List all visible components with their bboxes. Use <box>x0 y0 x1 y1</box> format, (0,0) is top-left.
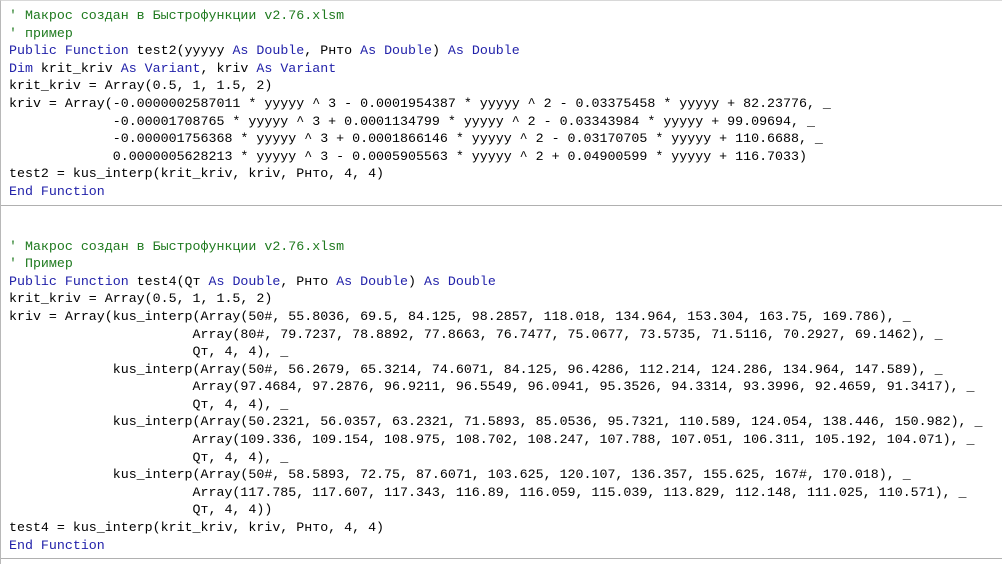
code-token: krit_kriv = Array(0.5, 1, 1.5, 2) <box>9 78 273 94</box>
code-token: ' Макрос создан в Быстрофункции v2.76.xl… <box>9 238 345 254</box>
code-line: End Function <box>9 183 1002 201</box>
code-token: , Pнто <box>304 43 361 59</box>
code-line: test2 = kus_interp(krit_kriv, kriv, Pнто… <box>9 165 1002 183</box>
code-token: test2 = kus_interp(krit_kriv, kriv, Pнто… <box>9 166 385 182</box>
code-token: , kriv <box>200 60 257 76</box>
code-line: -0.000001756368 * yyyyy ^ 3 + 0.00018661… <box>9 130 1002 148</box>
code-line: kus_interp(Array(50.2321, 56.0357, 63.23… <box>9 413 1002 431</box>
code-token: Qт, 4, 4)) <box>9 502 273 518</box>
code-line: kus_interp(Array(50#, 56.2679, 65.3214, … <box>9 361 1002 379</box>
code-token: As Double <box>336 273 409 289</box>
code-token: ) <box>431 43 448 59</box>
code-token: Array(97.4684, 97.2876, 96.9211, 96.5549… <box>9 379 975 395</box>
code-token: As Double <box>360 43 432 59</box>
code-line: kus_interp(Array(50#, 58.5893, 72.75, 87… <box>9 466 1002 484</box>
code-block-test4[interactable]: ' Макрос создан в Быстрофункции v2.76.xl… <box>1 232 1002 560</box>
code-token: As Double <box>447 43 520 59</box>
code-token: , Pнто <box>280 273 337 289</box>
code-line: Public Function test2(yyyyy As Double, P… <box>9 42 1002 60</box>
code-token: test2(yyyyy <box>136 43 233 59</box>
code-token: As Double <box>423 273 496 289</box>
code-token: ' Макрос создан в Быстрофункции v2.76.xl… <box>9 8 345 23</box>
code-line: Qт, 4, 4)) <box>9 501 1002 519</box>
code-line: Qт, 4, 4), _ <box>9 396 1002 414</box>
code-line: Array(80#, 79.7237, 78.8892, 77.8663, 76… <box>9 326 1002 344</box>
code-token: 0.0000005628213 * yyyyy ^ 3 - 0.00059055… <box>9 148 807 164</box>
code-token: -0.000001756368 * yyyyy ^ 3 + 0.00018661… <box>9 131 823 147</box>
code-token: test4 = kus_interp(krit_kriv, kriv, Pнто… <box>9 520 385 536</box>
code-line: End Function <box>9 537 1002 555</box>
code-token: As Double <box>232 43 305 59</box>
code-token: Qт, 4, 4), _ <box>9 344 289 360</box>
code-line: kriv = Array(-0.0000002587011 * yyyyy ^ … <box>9 95 1002 113</box>
code-line: krit_kriv = Array(0.5, 1, 1.5, 2) <box>9 77 1002 95</box>
code-line: Array(109.336, 109.154, 108.975, 108.702… <box>9 431 1002 449</box>
code-token: Array(109.336, 109.154, 108.975, 108.702… <box>9 432 975 448</box>
code-token: Dim <box>9 60 41 76</box>
code-token: kus_interp(Array(50#, 56.2679, 65.3214, … <box>9 361 943 377</box>
code-block-test2[interactable]: ' Макрос создан в Быстрофункции v2.76.xl… <box>1 1 1002 206</box>
code-token: -0.00001708765 * yyyyy ^ 3 + 0.000113479… <box>9 113 815 129</box>
code-token: Public Function <box>9 43 137 59</box>
block-gap <box>1 206 1002 232</box>
code-token: krit_kriv = Array(0.5, 1, 1.5, 2) <box>9 291 273 307</box>
code-line: ' пример <box>9 25 1002 43</box>
code-token: As Variant <box>120 60 201 76</box>
code-token: kus_interp(Array(50#, 58.5893, 72.75, 87… <box>9 467 911 483</box>
code-line: krit_kriv = Array(0.5, 1, 1.5, 2) <box>9 290 1002 308</box>
code-token: krit_kriv <box>40 60 121 76</box>
code-line: Public Function test4(Qт As Double, Pнто… <box>9 273 1002 291</box>
code-line: ' Макрос создан в Быстрофункции v2.76.xl… <box>9 7 1002 25</box>
code-token: test4(Qт <box>136 273 209 289</box>
code-listing-page: ' Макрос создан в Быстрофункции v2.76.xl… <box>0 0 1002 564</box>
code-token: kriv = Array(-0.0000002587011 * yyyyy ^ … <box>9 95 831 111</box>
code-line: ' Макрос создан в Быстрофункции v2.76.xl… <box>9 238 1002 256</box>
code-token: Qт, 4, 4), _ <box>9 449 289 465</box>
code-token: Public Function <box>9 273 137 289</box>
code-token: Qт, 4, 4), _ <box>9 396 289 412</box>
code-line: Array(117.785, 117.607, 117.343, 116.89,… <box>9 484 1002 502</box>
code-token: ' Пример <box>9 256 73 272</box>
code-line: kriv = Array(kus_interp(Array(50#, 55.80… <box>9 308 1002 326</box>
code-token: End Function <box>9 537 105 553</box>
code-token: Array(80#, 79.7237, 78.8892, 77.8663, 76… <box>9 326 943 342</box>
code-line: Qт, 4, 4), _ <box>9 449 1002 467</box>
code-token: ) <box>408 273 424 289</box>
code-token: Array(117.785, 117.607, 117.343, 116.89,… <box>9 484 967 500</box>
code-line: -0.00001708765 * yyyyy ^ 3 + 0.000113479… <box>9 113 1002 131</box>
code-line: Dim krit_kriv As Variant, kriv As Varian… <box>9 60 1002 78</box>
code-line: test4 = kus_interp(krit_kriv, kriv, Pнто… <box>9 519 1002 537</box>
page-tail <box>1 559 1002 564</box>
code-line: 0.0000005628213 * yyyyy ^ 3 - 0.00059055… <box>9 148 1002 166</box>
code-token: As Double <box>208 273 281 289</box>
code-token: ' пример <box>9 25 73 41</box>
code-token: kus_interp(Array(50.2321, 56.0357, 63.23… <box>9 414 983 430</box>
code-token: End Function <box>9 183 105 199</box>
code-line: ' Пример <box>9 255 1002 273</box>
code-line: Array(97.4684, 97.2876, 96.9211, 96.5549… <box>9 378 1002 396</box>
code-token: kriv = Array(kus_interp(Array(50#, 55.80… <box>9 308 911 324</box>
code-token: As Variant <box>256 60 337 76</box>
code-line: Qт, 4, 4), _ <box>9 343 1002 361</box>
